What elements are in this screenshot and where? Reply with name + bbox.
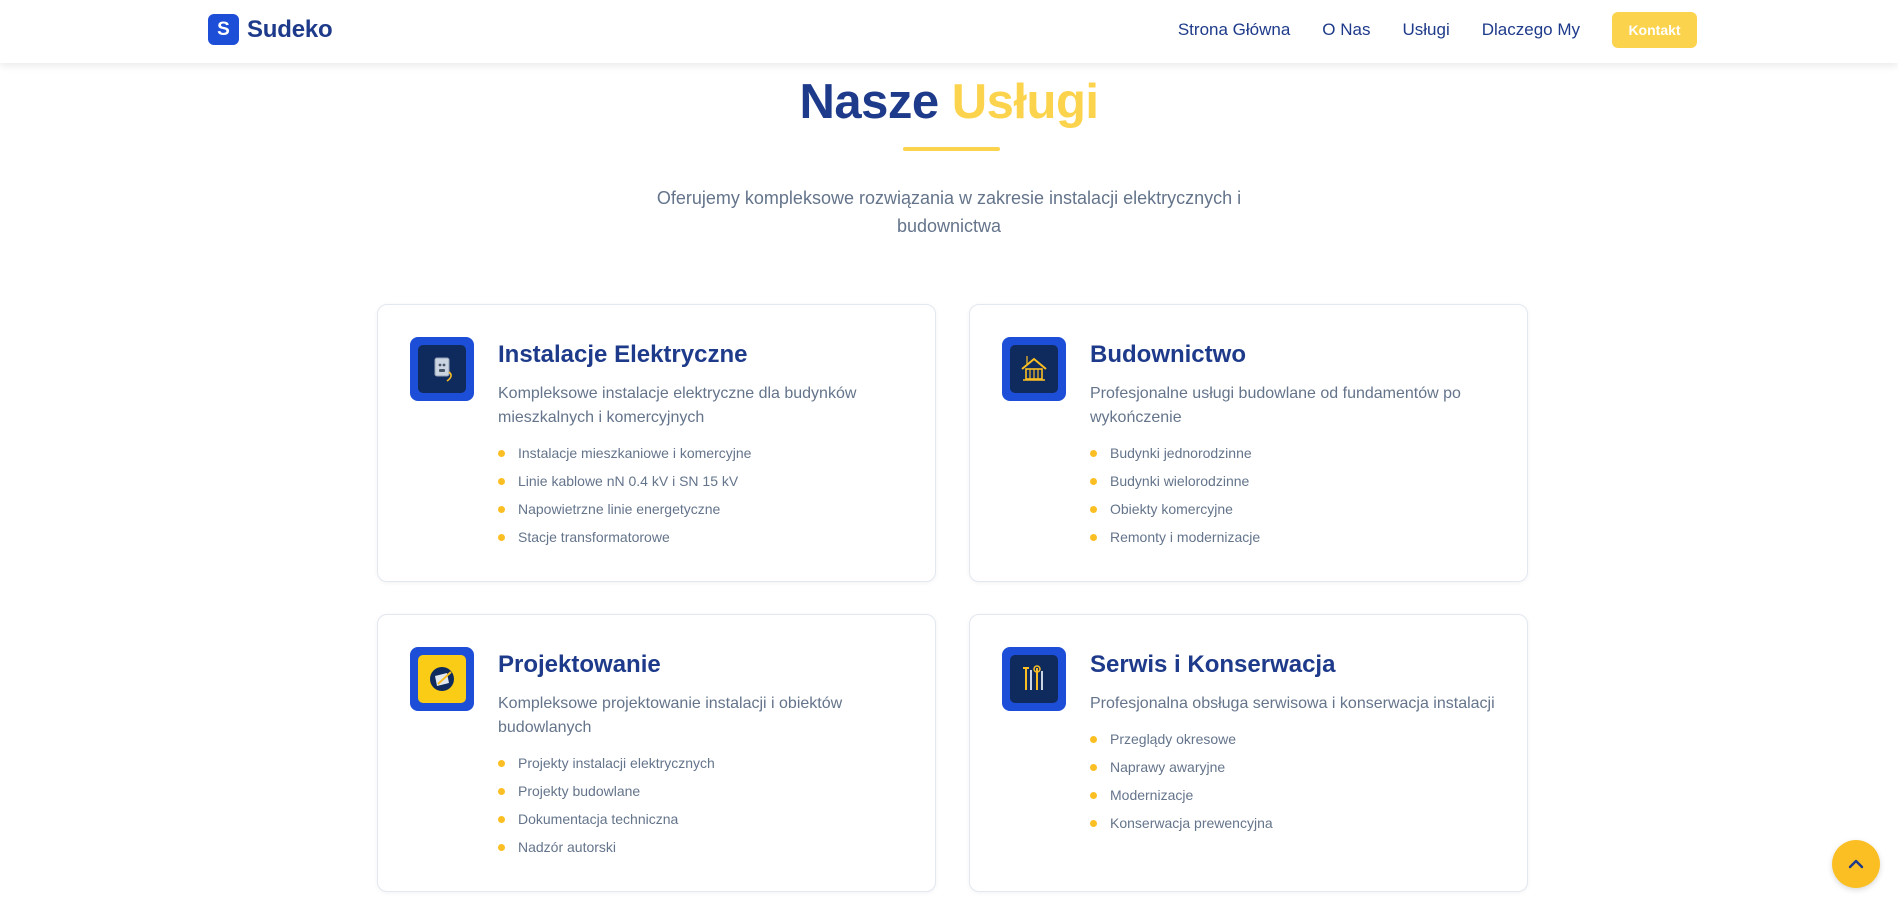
nav-link-home[interactable]: Strona Główna [1178,12,1290,48]
tools-service-icon [1002,647,1066,711]
list-item: Przeglądy okresowe [1090,725,1273,753]
nav-link-about[interactable]: O Nas [1322,12,1370,48]
list-item: Projekty budowlane [498,777,715,805]
electrical-socket-icon [410,337,474,401]
chevron-up-icon [1848,859,1864,869]
feature-list: Budynki jednorodzinne Budynki wielorodzi… [1090,439,1260,551]
scroll-to-top-button[interactable] [1832,840,1880,888]
card-description: Profesjonalne usługi budowlane od fundam… [1090,385,1461,426]
list-item: Linie kablowe nN 0.4 kV i SN 15 kV [498,467,751,495]
card-description: Kompleksowe projektowanie instalacji i o… [498,695,843,736]
section-title-part2: Usługi [951,75,1099,129]
list-item: Projekty instalacji elektrycznych [498,749,715,777]
blueprint-design-icon [410,647,474,711]
list-item: Budynki jednorodzinne [1090,439,1260,467]
card-title: Projektowanie [498,651,661,678]
list-item: Nadzór autorski [498,833,715,861]
list-item: Instalacje mieszkaniowe i komercyjne [498,439,751,467]
logo-text: Sudeko [247,15,333,43]
section-subtitle: Oferujemy kompleksowe rozwiązania w zakr… [656,188,1242,236]
list-item: Remonty i modernizacje [1090,523,1260,551]
card-title: Budownictwo [1090,341,1246,368]
section-title: Nasze Usługi [0,74,1898,130]
house-construction-icon [1002,337,1066,401]
feature-list: Instalacje mieszkaniowe i komercyjne Lin… [498,439,751,551]
card-description: Kompleksowe instalacje elektryczne dla b… [498,385,857,426]
list-item: Stacje transformatorowe [498,523,751,551]
card-description: Profesjonalna obsługa serwisowa i konser… [1090,695,1495,712]
list-item: Dokumentacja techniczna [498,805,715,833]
nav-link-why-us[interactable]: Dlaczego My [1482,12,1580,48]
list-item: Modernizacje [1090,781,1273,809]
card-title: Instalacje Elektryczne [498,341,748,368]
site-header: S Sudeko Strona Główna O Nas Usługi Dlac… [0,0,1898,63]
list-item: Budynki wielorodzinne [1090,467,1260,495]
logo[interactable]: S Sudeko [208,14,333,45]
contact-button[interactable]: Kontakt [1612,12,1697,48]
title-underline [903,147,1000,151]
feature-list: Projekty instalacji elektrycznych Projek… [498,749,715,861]
list-item: Obiekty komercyjne [1090,495,1260,523]
list-item: Napowietrzne linie energetyczne [498,495,751,523]
service-card-design: Projektowanie Kompleksowe projektowanie … [377,614,936,892]
list-item: Konserwacja prewencyjna [1090,809,1273,837]
nav-link-services[interactable]: Usługi [1402,12,1449,48]
list-item: Naprawy awaryjne [1090,753,1273,781]
logo-mark: S [208,14,239,45]
main-nav: Strona Główna O Nas Usługi Dlaczego My K… [1178,12,1697,48]
service-card-construction: Budownictwo Profesjonalne usługi budowla… [969,304,1528,582]
feature-list: Przeglądy okresowe Naprawy awaryjne Mode… [1090,725,1273,837]
service-card-maintenance: Serwis i Konserwacja Profesjonalna obsłu… [969,614,1528,892]
section-title-part1: Nasze [799,75,940,129]
service-card-electrical: Instalacje Elektryczne Kompleksowe insta… [377,304,936,582]
card-title: Serwis i Konserwacja [1090,651,1336,678]
